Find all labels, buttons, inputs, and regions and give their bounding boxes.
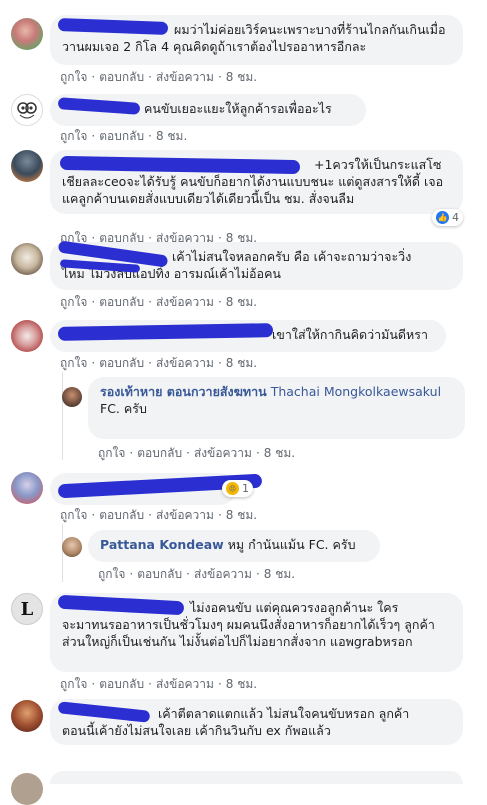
like-link[interactable]: ถูกใจ [60, 129, 87, 143]
comment-actions: ถูกใจ · ตอบกลับ · ส่งข้อความ · 8 ชม. [60, 356, 258, 370]
message-link[interactable]: ส่งข้อความ [156, 356, 214, 370]
message-link[interactable]: ส่งข้อความ [156, 677, 214, 691]
timestamp[interactable]: 8 ชม. [264, 567, 295, 581]
tagged-user[interactable]: Thachai Mongkolkaewsakul [271, 384, 441, 399]
timestamp[interactable]: 8 ชม. [226, 508, 257, 522]
comment-actions: ถูกใจ · ตอบกลับ · ส่งข้อความ · 8 ชม. [60, 295, 258, 309]
reply-link[interactable]: ตอบกลับ [137, 446, 182, 460]
avatar[interactable] [11, 94, 43, 126]
reply-author[interactable]: รองเท้าหาย ตอนกวายสังฆทาน [100, 384, 267, 399]
like-link[interactable]: ถูกใจ [98, 567, 125, 581]
avatar[interactable] [11, 243, 43, 275]
avatar[interactable] [11, 320, 43, 352]
avatar[interactable] [62, 387, 82, 407]
like-link[interactable]: ถูกใจ [60, 70, 87, 84]
reply-text: FC. ครับ [100, 401, 147, 416]
timestamp[interactable]: 8 ชม. [226, 356, 257, 370]
avatar[interactable] [62, 537, 82, 557]
angry-reaction-icon: 😠 [226, 482, 239, 495]
avatar[interactable] [11, 18, 43, 50]
like-reaction-icon: 👍 [436, 211, 449, 224]
message-link[interactable]: ส่งข้อความ [194, 567, 252, 581]
reply-link[interactable]: ตอบกลับ [137, 567, 182, 581]
thread-line [62, 372, 63, 460]
reply-link[interactable]: ตอบกลับ [99, 508, 144, 522]
reply-link[interactable]: ตอบกลับ [99, 677, 144, 691]
avatar[interactable] [11, 700, 43, 732]
message-link[interactable]: ส่งข้อความ [156, 295, 214, 309]
reply-link[interactable]: ตอบกลับ [99, 356, 144, 370]
comment-bubble [50, 771, 463, 784]
reply-actions: ถูกใจ · ตอบกลับ · ส่งข้อความ · 8 ชม. [98, 446, 296, 460]
like-link[interactable]: ถูกใจ [98, 446, 125, 460]
timestamp[interactable]: 8 ชม. [226, 295, 257, 309]
message-link[interactable]: ส่งข้อความ [194, 446, 252, 460]
timestamp[interactable]: 8 ชม. [264, 446, 295, 460]
reaction-count[interactable]: 👍 4 [432, 209, 463, 226]
comment-text: วานผมเจอ 2 กิโล 4 คุณคิดดูถ้าเราต้องไปรอ… [62, 39, 367, 54]
comment-text: จะมาทนรออาหารเป็นชั่วโมงๆ ผมคนนึงสั่งอาห… [62, 617, 435, 649]
thread-line [62, 524, 63, 582]
comment-text: เชียลละceoจะได้รับรู้ คนขับก็อยากได้งานแ… [62, 174, 444, 206]
reply-text: หมู กำนันแม้น FC. ครับ [227, 537, 356, 552]
reply-header: รองเท้าหาย ตอนกวายสังฆทาน Thachai Mongko… [100, 383, 453, 400]
reply-link[interactable]: ตอบกลับ [99, 295, 144, 309]
avatar[interactable]: L [11, 593, 43, 625]
reply-bubble: Pattana Kondeaw หมู กำนันแม้น FC. ครับ [88, 530, 380, 562]
message-link[interactable]: ส่งข้อความ [156, 508, 214, 522]
like-link[interactable]: ถูกใจ [60, 508, 87, 522]
timestamp[interactable]: 8 ชม. [226, 677, 257, 691]
reply-author[interactable]: Pattana Kondeaw [100, 537, 224, 552]
reaction-count[interactable]: 😠 1 [222, 480, 253, 497]
reply-actions: ถูกใจ · ตอบกลับ · ส่งข้อความ · 8 ชม. [98, 567, 296, 581]
message-link[interactable]: ส่งข้อความ [156, 70, 214, 84]
comment-actions: ถูกใจ · ตอบกลับ · ส่งข้อความ · 8 ชม. [60, 508, 258, 522]
reply-link[interactable]: ตอบกลับ [99, 129, 144, 143]
comment-actions: ถูกใจ · ตอบกลับ · ส่งข้อความ · 8 ชม. [60, 677, 258, 691]
reply-link[interactable]: ตอบกลับ [99, 70, 144, 84]
comment-actions: ถูกใจ · ตอบกลับ · 8 ชม. [60, 129, 188, 143]
avatar[interactable] [11, 773, 43, 805]
reply-content: Pattana Kondeaw หมู กำนันแม้น FC. ครับ [100, 536, 368, 553]
timestamp[interactable]: 8 ชม. [156, 129, 187, 143]
avatar[interactable] [11, 472, 43, 504]
comment-actions: ถูกใจ · ตอบกลับ · ส่งข้อความ · 8 ชม. [60, 70, 258, 84]
like-link[interactable]: ถูกใจ [60, 295, 87, 309]
like-link[interactable]: ถูกใจ [60, 356, 87, 370]
like-link[interactable]: ถูกใจ [60, 677, 87, 691]
reply-bubble: รองเท้าหาย ตอนกวายสังฆทาน Thachai Mongko… [88, 377, 465, 439]
comment-text: ตอนนี้เค้ายังไม่สนใจเลย เค้ากินวินกับ ex… [62, 723, 331, 738]
owl-icon [17, 102, 37, 119]
avatar[interactable] [11, 150, 43, 182]
timestamp[interactable]: 8 ชม. [226, 70, 257, 84]
